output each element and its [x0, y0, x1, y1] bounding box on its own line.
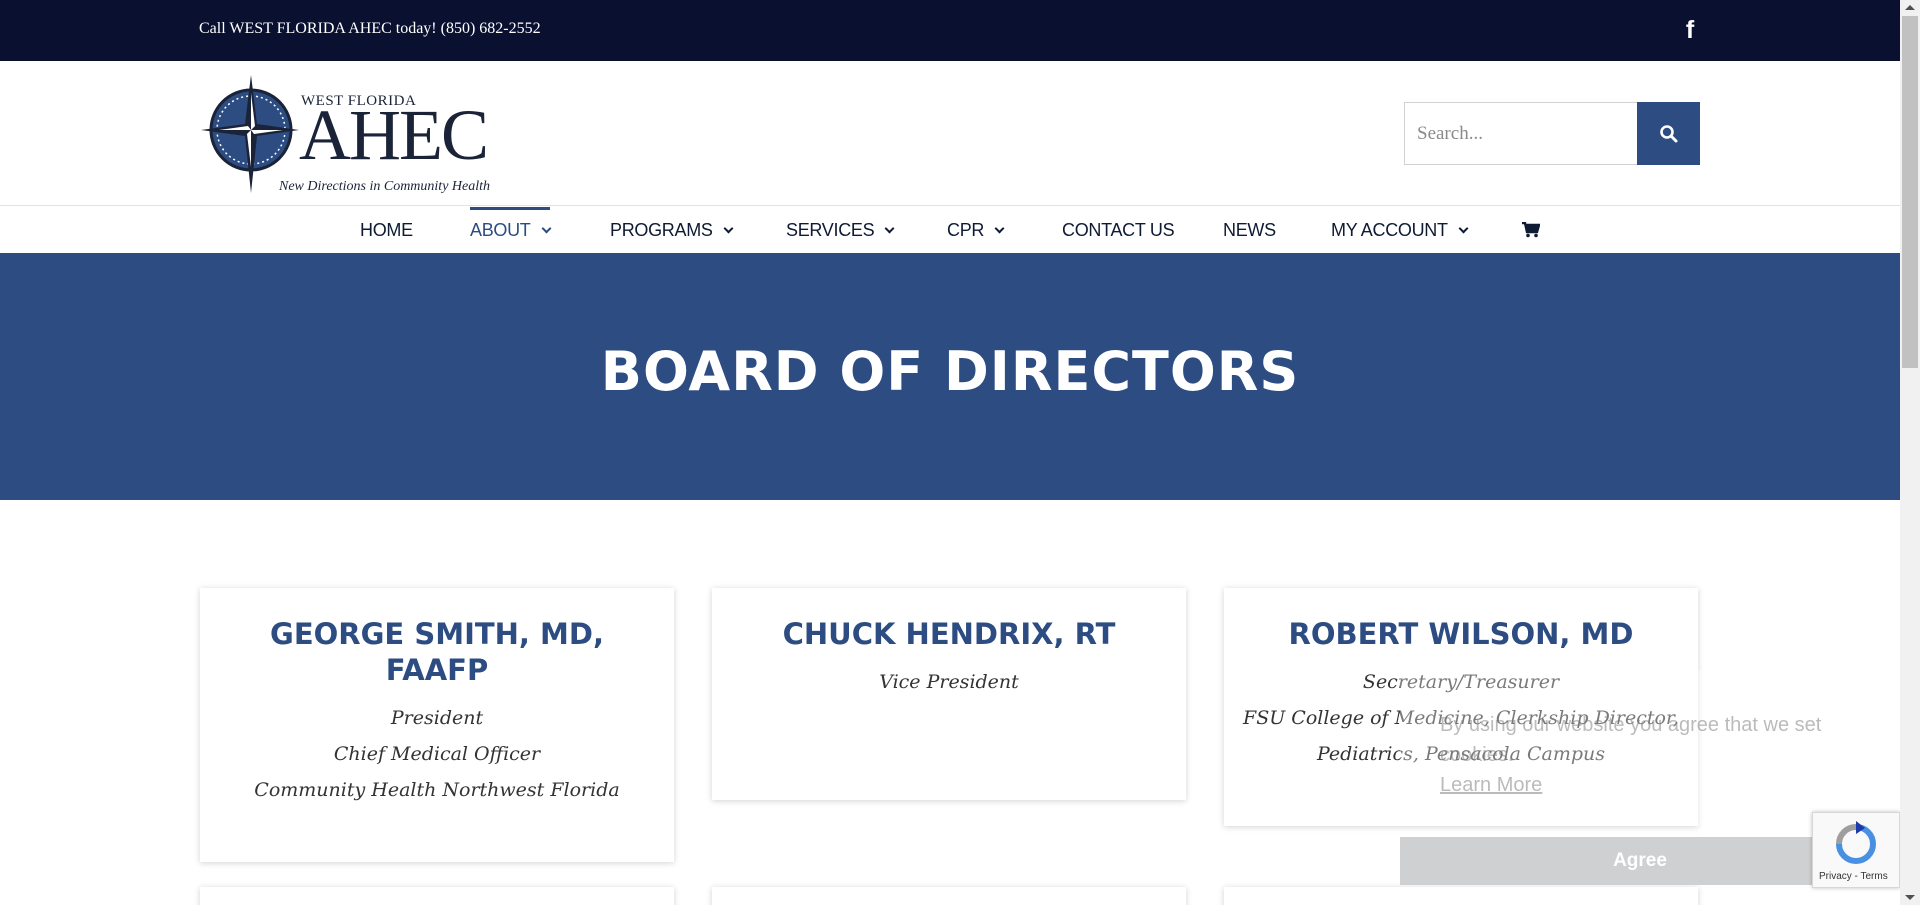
- nav-item-my-account[interactable]: MY ACCOUNT: [1331, 207, 1469, 253]
- nav-item-contact-us[interactable]: CONTACT US: [1062, 207, 1175, 253]
- chevron-down-icon: [884, 223, 895, 234]
- nav-label: HOME: [360, 220, 413, 240]
- nav-label: ABOUT: [470, 220, 531, 240]
- director-role: Community Health Northwest Florida: [254, 779, 620, 801]
- nav-item-cart[interactable]: [1522, 207, 1541, 253]
- phone-callout: Call WEST FLORIDA AHEC today! (850) 682-…: [199, 20, 541, 37]
- logo-wordmark: AHEC: [299, 95, 489, 175]
- top-bar: Call WEST FLORIDA AHEC today! (850) 682-…: [0, 0, 1900, 61]
- scroll-down-arrow-icon[interactable]: [1905, 895, 1915, 900]
- recaptcha-text: Privacy - Terms: [1819, 871, 1888, 882]
- nav-item-about[interactable]: ABOUT: [470, 207, 551, 253]
- director-card: [712, 887, 1186, 905]
- nav-label: PROGRAMS: [610, 220, 713, 240]
- nav-item-services[interactable]: SERVICES: [786, 207, 895, 253]
- search-button[interactable]: [1637, 102, 1700, 165]
- director-role: Vice President: [879, 671, 1019, 693]
- facebook-icon[interactable]: f: [1680, 16, 1700, 44]
- page-title: BOARD OF DIRECTORS: [600, 340, 1300, 403]
- nav-item-home[interactable]: HOME: [360, 207, 413, 253]
- director-card: CHUCK HENDRIX, RT Vice President: [712, 588, 1186, 800]
- scroll-up-arrow-icon[interactable]: [1905, 5, 1915, 10]
- director-card: [1224, 887, 1698, 905]
- nav-item-news[interactable]: NEWS: [1223, 207, 1276, 253]
- director-role: President: [390, 707, 484, 729]
- director-name: ROBERT WILSON, MD: [1288, 617, 1634, 651]
- agree-button[interactable]: Agree: [1400, 837, 1880, 885]
- director-card: GEORGE SMITH, MD, FAAFP President Chief …: [200, 588, 674, 862]
- director-card: [200, 887, 674, 905]
- nav-label: SERVICES: [786, 220, 875, 240]
- director-name: GEORGE SMITH, MD, FAAFP: [270, 617, 604, 687]
- chevron-down-icon: [723, 223, 734, 234]
- recaptcha-icon: [1836, 821, 1876, 864]
- page-scrollbar[interactable]: [1900, 0, 1920, 905]
- compass-rose-icon: [201, 75, 299, 193]
- nav-label: MY ACCOUNT: [1331, 220, 1448, 240]
- search-form: [1404, 102, 1700, 165]
- site-logo[interactable]: WEST FLORIDA AHEC New Directions in Comm…: [199, 73, 509, 195]
- site-header: WEST FLORIDA AHEC New Directions in Comm…: [0, 61, 1900, 206]
- search-input[interactable]: [1404, 102, 1638, 165]
- main-nav: HOME ABOUT PROGRAMS SERVICES CPR CONTACT…: [0, 207, 1900, 253]
- shopping-cart-icon: [1522, 221, 1541, 238]
- logo-tagline: New Directions in Community Health: [279, 179, 491, 194]
- cookie-text: By using our website you agree that we s…: [1440, 714, 1822, 766]
- search-icon: [1659, 124, 1677, 142]
- recaptcha-badge[interactable]: Privacy - Terms: [1812, 812, 1900, 888]
- nav-item-programs[interactable]: PROGRAMS: [610, 207, 734, 253]
- chevron-down-icon: [1458, 223, 1469, 234]
- page-hero: BOARD OF DIRECTORS: [0, 253, 1900, 500]
- cookie-notice: By using our website you agree that we s…: [1400, 670, 1880, 825]
- director-name: CHUCK HENDRIX, RT: [782, 617, 1116, 651]
- director-role: Chief Medical Officer: [333, 743, 541, 765]
- nav-label: CONTACT US: [1062, 220, 1175, 240]
- nav-label: NEWS: [1223, 220, 1276, 240]
- learn-more-link[interactable]: Learn More: [1440, 770, 1860, 800]
- nav-label: CPR: [947, 220, 985, 240]
- chevron-down-icon: [994, 223, 1005, 234]
- nav-item-cpr[interactable]: CPR: [947, 207, 1005, 253]
- scrollbar-thumb[interactable]: [1902, 16, 1918, 368]
- chevron-down-icon: [541, 223, 551, 234]
